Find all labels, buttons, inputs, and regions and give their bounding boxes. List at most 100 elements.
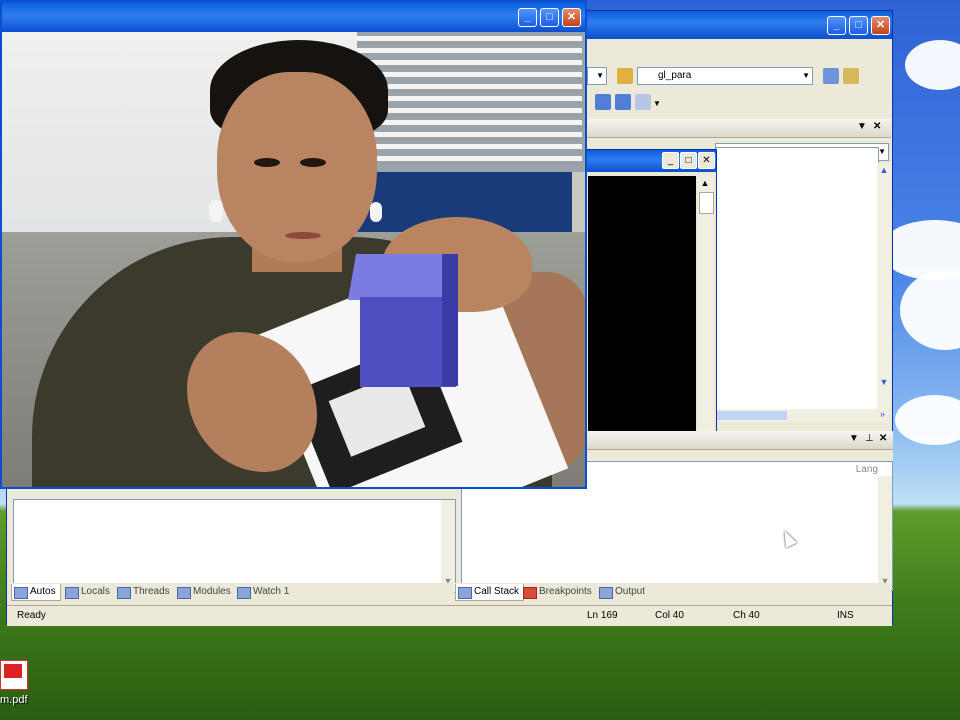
locals-icon bbox=[65, 587, 79, 599]
blind-slat bbox=[357, 120, 582, 125]
step-over-icon[interactable] bbox=[615, 94, 631, 110]
tab-label: Autos bbox=[30, 586, 56, 597]
earphone bbox=[209, 200, 223, 222]
person-eye bbox=[300, 158, 326, 167]
pdf-file-icon[interactable] bbox=[0, 660, 28, 690]
virtual-cube-top bbox=[347, 254, 451, 300]
chevron-down-icon[interactable]: ▼ bbox=[849, 433, 859, 444]
tab-label: Modules bbox=[193, 586, 231, 597]
properties-body bbox=[715, 147, 879, 411]
tab-modules[interactable]: Modules bbox=[175, 584, 231, 600]
tab-output[interactable]: Output bbox=[597, 584, 645, 600]
virtual-cube-side bbox=[442, 254, 458, 386]
status-bar: Ready Ln 169 Col 40 Ch 40 INS bbox=[7, 605, 892, 626]
find-combo[interactable]: gl_para ▼ bbox=[637, 67, 813, 85]
autos-panel: ▼ bbox=[13, 499, 456, 593]
cloud bbox=[905, 40, 960, 90]
status-column: Col 40 bbox=[655, 610, 684, 621]
maximize-button[interactable]: □ bbox=[680, 152, 697, 169]
minimize-button[interactable]: _ bbox=[827, 16, 846, 35]
tab-watch-1[interactable]: Watch 1 bbox=[235, 584, 289, 600]
blind-slat bbox=[357, 84, 582, 89]
tab-label: Call Stack bbox=[474, 586, 520, 597]
watch-icon bbox=[237, 587, 251, 599]
blind-slat bbox=[357, 60, 582, 65]
close-button[interactable]: ✕ bbox=[871, 16, 890, 35]
chevron-down-icon[interactable]: ▼ bbox=[857, 121, 867, 132]
window-blinds bbox=[357, 32, 585, 172]
tab-locals[interactable]: Locals bbox=[63, 584, 110, 600]
blind-slat bbox=[357, 72, 582, 77]
close-button[interactable]: ✕ bbox=[698, 152, 715, 169]
horizontal-scrollbar[interactable]: » bbox=[715, 409, 889, 422]
column-header-lang[interactable]: Lang bbox=[856, 464, 878, 475]
tab-threads[interactable]: Threads bbox=[115, 584, 170, 600]
cloud bbox=[900, 270, 960, 350]
status-char: Ch 40 bbox=[733, 610, 760, 621]
scroll-down-icon[interactable]: ▼ bbox=[877, 375, 891, 389]
blind-slat bbox=[357, 108, 582, 113]
autos-icon bbox=[14, 587, 28, 599]
console-output[interactable] bbox=[588, 176, 696, 464]
properties-panel-header: ▼ ✕ bbox=[585, 119, 891, 138]
chevron-down-icon: ▼ bbox=[802, 71, 810, 80]
status-text: Ready bbox=[17, 610, 46, 621]
scroll-thumb[interactable] bbox=[699, 192, 714, 214]
chevron-down-icon: ▼ bbox=[596, 71, 604, 80]
console-scrollbar[interactable]: ▲ ▼ bbox=[698, 176, 714, 464]
scroll-up-icon[interactable]: ▲ bbox=[877, 163, 891, 177]
blind-slat bbox=[357, 96, 582, 101]
minimize-button[interactable]: _ bbox=[662, 152, 679, 169]
tab-breakpoints[interactable]: Breakpoints bbox=[521, 584, 592, 600]
console-titlebar[interactable]: _ □ ✕ bbox=[586, 150, 716, 172]
maximize-button[interactable]: □ bbox=[540, 8, 559, 27]
find-in-files-icon[interactable] bbox=[823, 68, 839, 84]
folder-icon[interactable] bbox=[617, 68, 633, 84]
blind-slat bbox=[357, 36, 582, 41]
modules-icon bbox=[177, 587, 191, 599]
ar-camera-window: _ □ ✕ bbox=[0, 0, 587, 489]
close-button[interactable]: ✕ bbox=[562, 8, 581, 27]
tab-call-stack[interactable]: Call Stack bbox=[455, 584, 525, 601]
tab-autos[interactable]: Autos bbox=[11, 584, 61, 601]
chevron-down-icon: ▼ bbox=[878, 147, 886, 156]
tab-label: Threads bbox=[133, 586, 170, 597]
standard-toolbar: ▼ gl_para ▼ bbox=[587, 65, 892, 87]
vertical-scrollbar[interactable]: ▼ bbox=[441, 500, 455, 590]
tab-label: Locals bbox=[81, 586, 110, 597]
blind-slat bbox=[357, 156, 582, 161]
call-stack-icon bbox=[458, 587, 472, 599]
close-icon[interactable]: ✕ bbox=[879, 433, 887, 444]
pin-icon[interactable]: ⊥ bbox=[865, 433, 874, 444]
tab-label: Output bbox=[615, 586, 646, 597]
blind-slat bbox=[357, 132, 582, 137]
maximize-button[interactable]: □ bbox=[849, 16, 868, 35]
debug-tabs-right: Call Stack Breakpoints Output bbox=[455, 583, 891, 601]
step-into-icon[interactable] bbox=[595, 94, 611, 110]
vertical-scrollbar[interactable]: ▼ bbox=[878, 476, 892, 588]
camera-titlebar[interactable]: _ □ ✕ bbox=[2, 2, 585, 32]
desktop-icon-label[interactable]: m.pdf bbox=[0, 694, 28, 706]
vertical-scrollbar[interactable]: ▲ ▼ bbox=[877, 163, 891, 409]
blind-slat bbox=[357, 48, 582, 53]
blind-slat bbox=[357, 144, 582, 149]
scroll-up-icon[interactable]: ▲ bbox=[698, 176, 712, 190]
debug-tabs-left: Autos Locals Threads Modules Watch 1 bbox=[11, 583, 454, 601]
minimize-button[interactable]: _ bbox=[518, 8, 537, 27]
tab-label: Watch 1 bbox=[253, 586, 290, 597]
scroll-right-icon[interactable]: » bbox=[880, 409, 885, 419]
earphone bbox=[370, 202, 382, 222]
breakpoint-icon bbox=[523, 587, 537, 599]
person-eye bbox=[254, 158, 280, 167]
tab-label: Breakpoints bbox=[539, 586, 592, 597]
camera-video-view[interactable] bbox=[2, 32, 585, 487]
toolbox-icon[interactable] bbox=[843, 68, 859, 84]
solution-config-combo[interactable]: ▼ bbox=[587, 67, 607, 85]
scroll-thumb[interactable] bbox=[717, 411, 787, 420]
console-window: _ □ ✕ ▲ ▼ bbox=[585, 149, 717, 469]
chevron-down-icon[interactable]: ▼ bbox=[653, 99, 661, 108]
close-icon[interactable]: ✕ bbox=[873, 121, 881, 132]
status-line: Ln 169 bbox=[587, 610, 618, 621]
step-out-icon[interactable] bbox=[635, 94, 651, 110]
debug-toolbar: ▼ bbox=[587, 91, 892, 113]
